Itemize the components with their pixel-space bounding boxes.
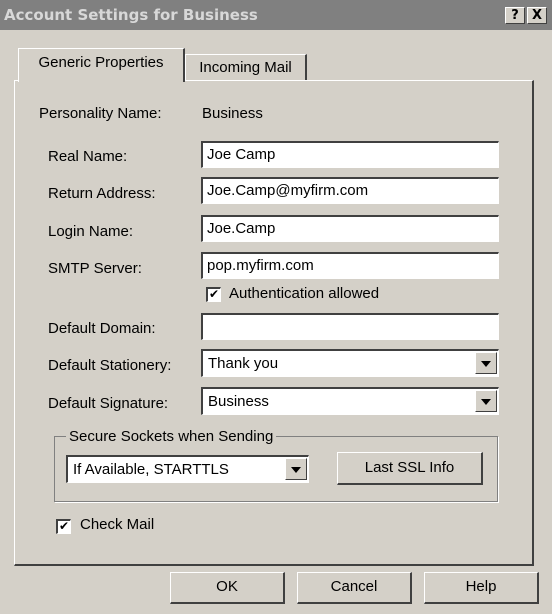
- window-title: Account Settings for Business: [4, 6, 258, 24]
- close-title-button[interactable]: X: [527, 7, 547, 24]
- title-bar: Account Settings for Business ? X: [0, 0, 552, 30]
- login-name-field[interactable]: Joe.Camp: [201, 215, 499, 242]
- chevron-down-icon[interactable]: [475, 390, 497, 412]
- default-signature-select[interactable]: Business: [201, 387, 499, 415]
- real-name-label: Real Name:: [48, 148, 128, 165]
- cancel-button[interactable]: Cancel: [297, 572, 412, 604]
- default-stationery-value: Thank you: [208, 355, 279, 372]
- real-name-field[interactable]: Joe Camp: [201, 141, 499, 168]
- secure-sockets-group-title: Secure Sockets when Sending: [66, 428, 277, 445]
- login-name-label: Login Name:: [48, 223, 134, 240]
- check-mail-label: Check Mail: [80, 516, 155, 533]
- tab-generic-properties-label: Generic Properties: [38, 54, 164, 71]
- help-button[interactable]: Help: [424, 572, 539, 604]
- default-domain-label: Default Domain:: [48, 320, 156, 337]
- help-title-button[interactable]: ?: [505, 7, 525, 24]
- tab-generic-properties[interactable]: Generic Properties: [18, 48, 185, 82]
- authentication-allowed-label: Authentication allowed: [229, 285, 380, 302]
- ssl-mode-select[interactable]: If Available, STARTTLS: [66, 455, 309, 483]
- last-ssl-info-button[interactable]: Last SSL Info: [337, 452, 483, 485]
- smtp-server-label: SMTP Server:: [48, 260, 142, 277]
- default-domain-field[interactable]: [201, 313, 499, 340]
- tab-incoming-mail-label: Incoming Mail: [199, 59, 292, 76]
- default-signature-label: Default Signature:: [48, 395, 169, 412]
- authentication-allowed-checkbox[interactable]: ✔: [206, 287, 221, 302]
- personality-name-label: Personality Name:: [39, 105, 162, 122]
- smtp-server-field[interactable]: pop.myfirm.com: [201, 252, 499, 279]
- default-stationery-label: Default Stationery:: [48, 357, 172, 374]
- check-mail-checkbox[interactable]: ✔: [56, 519, 71, 534]
- return-address-field[interactable]: Joe.Camp@myfirm.com: [201, 177, 499, 204]
- ok-button[interactable]: OK: [170, 572, 285, 604]
- return-address-label: Return Address:: [48, 185, 156, 202]
- default-stationery-select[interactable]: Thank you: [201, 349, 499, 377]
- ssl-mode-value: If Available, STARTTLS: [73, 461, 229, 478]
- chevron-down-icon[interactable]: [475, 352, 497, 374]
- tab-incoming-mail[interactable]: Incoming Mail: [185, 54, 307, 80]
- default-signature-value: Business: [208, 393, 269, 410]
- personality-name-value: Business: [202, 105, 263, 122]
- chevron-down-icon[interactable]: [285, 458, 307, 480]
- account-settings-dialog: Account Settings for Business ? X Generi…: [0, 0, 552, 614]
